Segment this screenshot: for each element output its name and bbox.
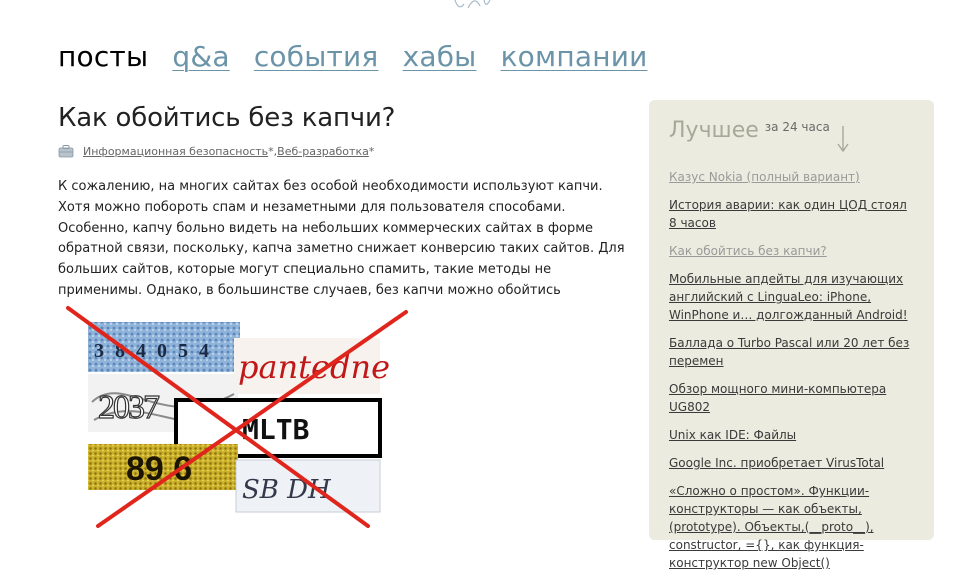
best-link[interactable]: «Сложно о простом». Функции-конструкторы… bbox=[669, 484, 874, 570]
nav-posts[interactable]: посты bbox=[58, 40, 148, 73]
nav-qa[interactable]: q&a bbox=[172, 40, 229, 73]
list-item: История аварии: как один ЦОД стоял 8 час… bbox=[669, 196, 917, 232]
main-nav: посты q&a события хабы компании bbox=[58, 40, 667, 73]
list-item: Казус Nokia (полный вариант) bbox=[669, 168, 917, 186]
nav-events[interactable]: события bbox=[254, 40, 379, 73]
captcha-text-blue: 3 8 4 0 5 4 bbox=[94, 340, 212, 362]
arrow-down-icon[interactable] bbox=[836, 124, 850, 154]
post-hubs: Информационная безопасность *, Веб-разра… bbox=[58, 144, 374, 158]
best-list: Казус Nokia (полный вариант) История ава… bbox=[669, 168, 917, 582]
sidebar-best: Лучшее за 24 часа Казус Nokia (полный ва… bbox=[649, 100, 934, 570]
nav-hubs[interactable]: хабы bbox=[403, 40, 477, 73]
captcha-image: 3 8 4 0 5 4 pantedne 2037 MLTB 89 6 SB D… bbox=[66, 306, 408, 528]
logo-icon[interactable] bbox=[448, 0, 498, 12]
best-period[interactable]: за 24 часа bbox=[765, 120, 830, 134]
post-text: К сожалению, на многих сайтах без особой… bbox=[58, 179, 625, 298]
list-item: «Сложно о простом». Функции-конструкторы… bbox=[669, 482, 917, 572]
briefcase-icon bbox=[58, 145, 74, 158]
hub-mark: * bbox=[368, 144, 375, 158]
captcha-text-red: pantedne bbox=[238, 348, 390, 386]
list-item: Мобильные апдейты для изучающих английск… bbox=[669, 270, 917, 324]
best-link[interactable]: Unix как IDE: Файлы bbox=[669, 428, 796, 442]
best-link[interactable]: История аварии: как один ЦОД стоял 8 час… bbox=[669, 198, 907, 230]
best-link[interactable]: Как обойтись без капчи? bbox=[669, 244, 827, 258]
best-link[interactable]: Мобильные апдейты для изучающих английск… bbox=[669, 272, 908, 322]
hub-link-webdev[interactable]: Веб-разработка bbox=[277, 145, 369, 158]
captcha-text-grey: 2037 bbox=[98, 389, 160, 426]
best-link[interactable]: Google Inc. приобретает VirusTotal bbox=[669, 456, 884, 470]
best-link[interactable]: Обзор мощного мини-компьютера UG802 bbox=[669, 382, 886, 414]
list-item: Google Inc. приобретает VirusTotal bbox=[669, 454, 917, 472]
hub-link-infosec[interactable]: Информационная безопасность bbox=[83, 145, 268, 158]
list-item: Баллада о Turbo Pascal или 20 лет без пе… bbox=[669, 334, 917, 370]
best-link[interactable]: Казус Nokia (полный вариант) bbox=[669, 170, 860, 184]
best-heading: Лучшее за 24 часа bbox=[669, 118, 850, 154]
list-item: Как обойтись без капчи? bbox=[669, 242, 917, 260]
post-title: Как обойтись без капчи? bbox=[58, 103, 396, 133]
best-link[interactable]: Баллада о Turbo Pascal или 20 лет без пе… bbox=[669, 336, 909, 368]
list-item: Обзор мощного мини-компьютера UG802 bbox=[669, 380, 917, 416]
best-title: Лучшее bbox=[669, 118, 759, 143]
nav-companies[interactable]: компании bbox=[501, 40, 648, 73]
list-item: Unix как IDE: Файлы bbox=[669, 426, 917, 444]
